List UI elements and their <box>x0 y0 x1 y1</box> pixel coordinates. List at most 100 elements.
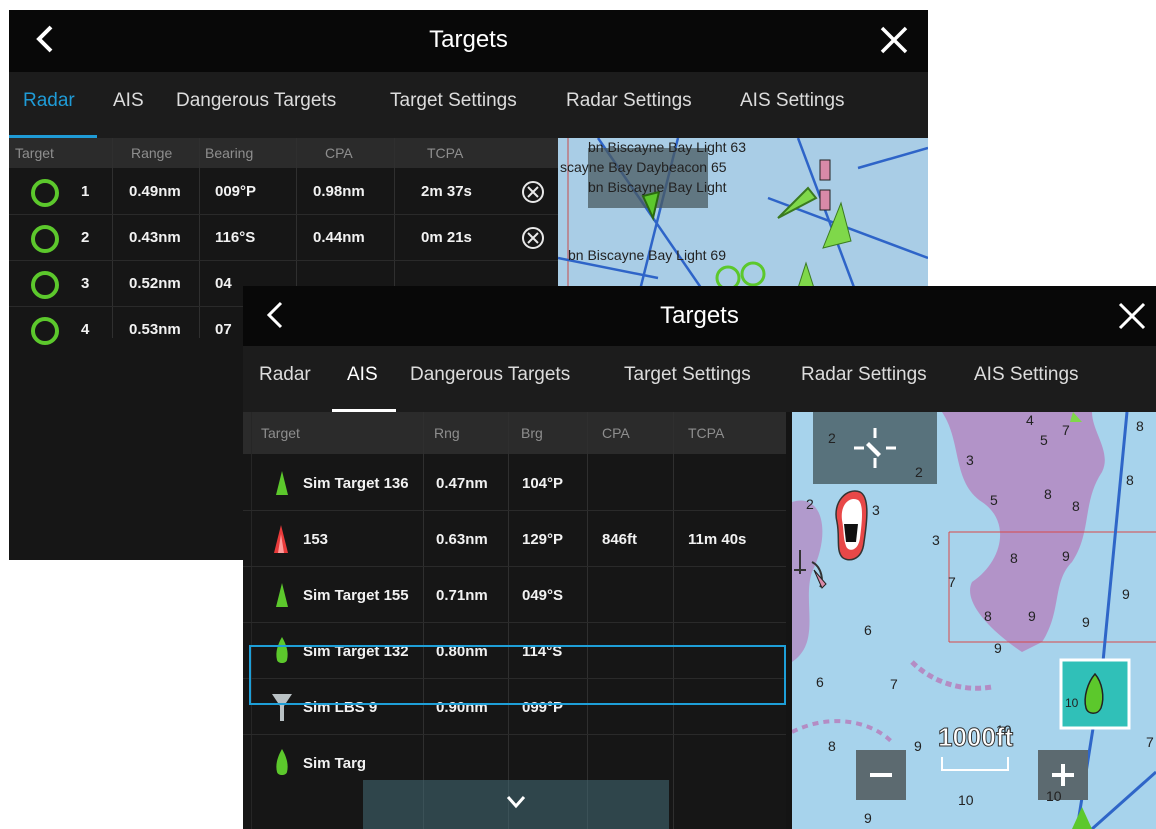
col-bearing: Bearing <box>205 145 254 161</box>
depth-sounding: 9 <box>1122 586 1130 602</box>
close-icon[interactable] <box>876 22 912 58</box>
chart-view[interactable]: 2 4 5 7 8 3 2 2 3 5 8 8 8 3 8 9 9 7 6 8 … <box>792 412 1156 829</box>
depth-sounding: 7 <box>1062 422 1070 438</box>
depth-sounding: 9 <box>1028 608 1036 624</box>
window-title: Targets <box>429 26 508 53</box>
title-bar: Targets <box>243 286 1156 346</box>
chart-label: bn Biscayne Bay Light <box>588 179 727 195</box>
range: 0.43nm <box>129 229 181 246</box>
tab-radar[interactable]: Radar <box>259 364 311 386</box>
depth-sounding: 8 <box>1126 472 1134 488</box>
radar-target-icon <box>31 317 59 345</box>
target-id: 4 <box>81 321 90 338</box>
depth-sounding: 8 <box>828 738 836 754</box>
tab-radar-settings[interactable]: Radar Settings <box>566 90 692 112</box>
front-targets-window: Targets Radar AIS Dangerous Targets Targ… <box>243 286 1156 829</box>
depth-sounding: 9 <box>914 738 922 754</box>
col-range: Range <box>131 145 173 161</box>
cpa: 846ft <box>602 531 638 548</box>
ais-target-list: Target Rng Brg CPA TCPA Sim Target 136 0… <box>243 412 786 829</box>
green-triangle-icon <box>276 471 288 495</box>
zoom-in-button[interactable] <box>1038 750 1088 800</box>
col-cpa: CPA <box>602 425 630 441</box>
radar-target-icon <box>31 271 59 299</box>
chevron-down-icon <box>506 796 526 809</box>
tab-ais[interactable]: AIS <box>113 90 144 112</box>
table-row[interactable]: Sim Target 155 0.71nm 049°S <box>243 566 786 623</box>
cpa: 0.98nm <box>313 183 365 200</box>
tab-target-settings[interactable]: Target Settings <box>390 90 517 112</box>
brg: 049°S <box>522 587 564 604</box>
depth-sounding: 9 <box>994 640 1002 656</box>
range: 0.53nm <box>129 321 181 338</box>
depth-sounding: 8 <box>1136 418 1144 434</box>
depth-sounding: 8 <box>1010 550 1018 566</box>
scroll-down-button[interactable] <box>363 780 669 829</box>
cpa: 0.44nm <box>313 229 365 246</box>
rng: 0.71nm <box>436 587 488 604</box>
brg: 104°P <box>522 475 564 492</box>
tab-radar[interactable]: Radar <box>23 90 75 112</box>
depth-sounding: 9 <box>1082 614 1090 630</box>
bearing: 009°P <box>215 183 257 200</box>
green-triangle-icon <box>276 583 288 607</box>
radar-target-icon <box>31 179 59 207</box>
depth-sounding: 3 <box>932 532 940 548</box>
tcpa: 11m 40s <box>688 531 747 548</box>
rng: 0.63nm <box>436 531 488 548</box>
target-id: 1 <box>81 183 90 200</box>
chart-label: bn Biscayne Bay Light 63 <box>588 139 746 155</box>
table-row[interactable]: 2 0.43nm 116°S 0.44nm 0m 21s <box>9 214 558 261</box>
depth-sounding: 10 <box>958 792 974 808</box>
col-cpa: CPA <box>325 145 353 161</box>
depth-sounding: 9 <box>864 810 872 826</box>
depth-sounding: 9 <box>1062 548 1070 564</box>
tab-radar-settings[interactable]: Radar Settings <box>801 364 927 386</box>
chart-view[interactable]: bn Biscayne Bay Light 63 scayne Bay Dayb… <box>558 138 928 298</box>
brg: 129°P <box>522 531 564 548</box>
table-row[interactable]: 1 0.49nm 009°P 0.98nm 2m 37s <box>9 168 558 215</box>
selected-row-highlight <box>249 645 786 705</box>
depth-sounding: 8 <box>1072 498 1080 514</box>
bearing: 116°S <box>215 229 256 246</box>
red-triangle-icon <box>274 525 288 553</box>
title-bar: Targets <box>9 10 928 72</box>
col-brg: Brg <box>521 425 543 441</box>
col-target: Target <box>261 425 300 441</box>
tab-ais[interactable]: AIS <box>347 364 378 386</box>
target-id: 3 <box>81 275 90 292</box>
depth-sounding: 6 <box>864 622 872 638</box>
center-vessel-button[interactable] <box>813 412 937 484</box>
zoom-out-button[interactable] <box>856 750 906 800</box>
tab-bar: Radar AIS Dangerous Targets Target Setti… <box>9 72 928 138</box>
tcpa: 0m 21s <box>421 229 472 246</box>
tab-dangerous-targets[interactable]: Dangerous Targets <box>410 364 570 386</box>
depth-sounding: 4 <box>1026 412 1034 428</box>
target-id: 2 <box>81 229 90 246</box>
tab-ais-settings[interactable]: AIS Settings <box>740 90 845 112</box>
tab-bar: Radar AIS Dangerous Targets Target Setti… <box>243 346 1156 412</box>
tab-dangerous-targets[interactable]: Dangerous Targets <box>176 90 336 112</box>
depth-sounding: 7 <box>890 676 898 692</box>
tcpa: 2m 37s <box>421 183 472 200</box>
list-header: Target Range Bearing CPA TCPA <box>9 138 558 168</box>
table-row[interactable]: 153 0.63nm 129°P 846ft 11m 40s <box>243 510 786 567</box>
table-row[interactable]: Sim Target 136 0.47nm 104°P <box>243 454 786 511</box>
col-target: Target <box>15 145 54 161</box>
chart-label: scayne Bay Daybeacon 65 <box>560 159 727 175</box>
depth-sounding: 2 <box>806 496 814 512</box>
range: 0.49nm <box>129 183 181 200</box>
chart-label: bn Biscayne Bay Light 69 <box>568 247 726 263</box>
close-icon[interactable] <box>1114 298 1150 334</box>
tab-ais-settings[interactable]: AIS Settings <box>974 364 1079 386</box>
depth-sounding: 7 <box>948 574 956 590</box>
col-tcpa: TCPA <box>427 145 464 161</box>
radar-target-icon <box>31 225 59 253</box>
bearing: 07 <box>215 321 232 338</box>
tab-target-settings[interactable]: Target Settings <box>624 364 751 386</box>
cancel-target-icon[interactable] <box>521 180 545 204</box>
chart-graphics: bn Biscayne Bay Light 63 scayne Bay Dayb… <box>558 138 928 298</box>
target-name: Sim Target 136 <box>303 475 409 492</box>
scale-label: 1000ft <box>937 722 1014 753</box>
cancel-target-icon[interactable] <box>521 226 545 250</box>
